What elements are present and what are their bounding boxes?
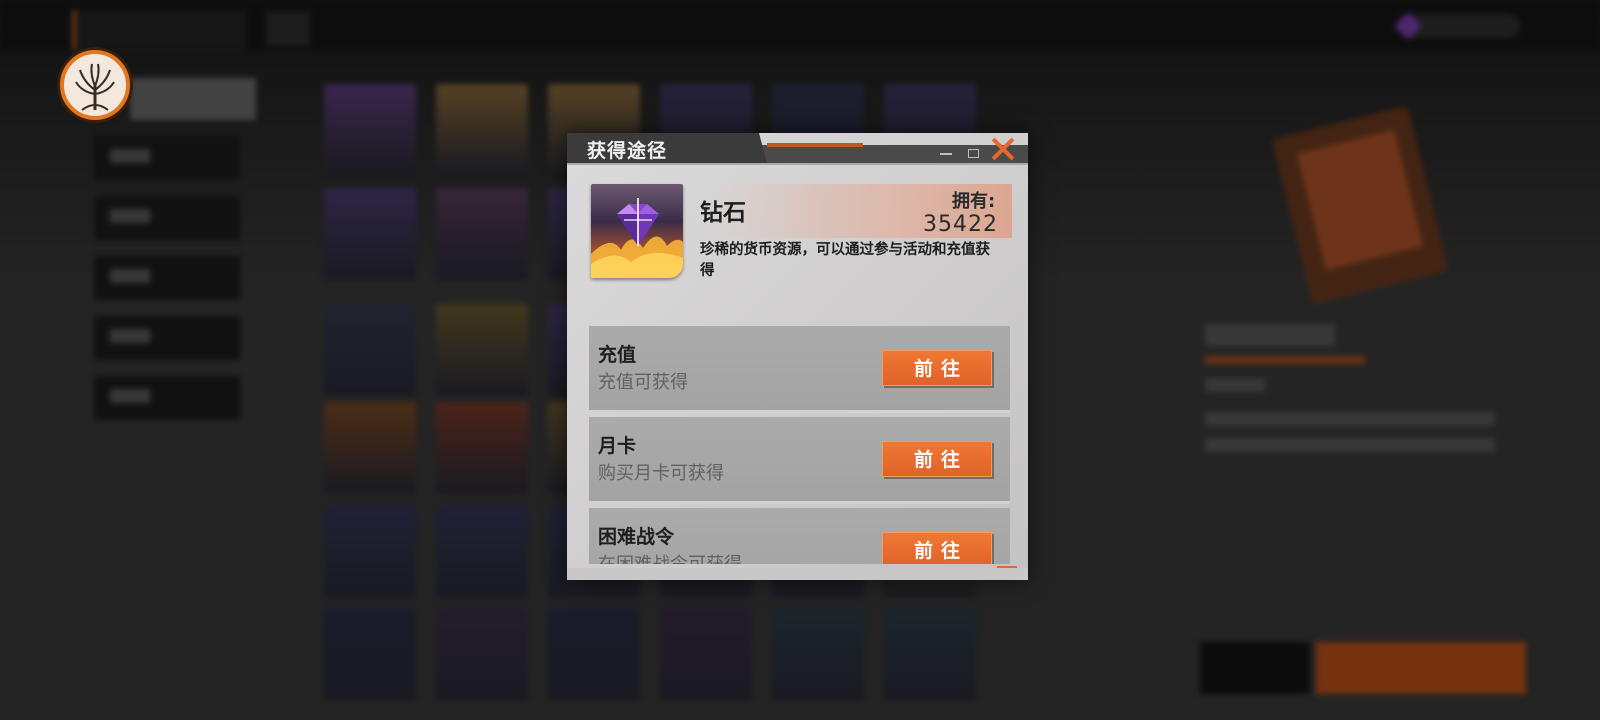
modal-header: 获得途径 <box>567 133 1028 163</box>
owned-value: 35422 <box>923 212 998 237</box>
diamond-icon <box>591 184 683 278</box>
item-name: 钻石 <box>700 200 746 226</box>
minimize-icon <box>940 153 952 155</box>
path-subtitle: 在困难战令可获得 <box>598 550 742 564</box>
tree-emblem-icon <box>75 63 115 111</box>
modal-bottom-edge <box>567 568 1028 580</box>
header-bar <box>762 145 1028 163</box>
path-subtitle: 充值可获得 <box>598 372 688 393</box>
go-button-hard-battle-pass[interactable]: 前往 <box>882 532 992 564</box>
acquisition-modal: 获得途径 钻石 拥有: 35422 珍稀的货币资源，可以通过参与活动和充值获得 … <box>567 133 1028 580</box>
path-row-hard-battle-pass: 困难战令 在困难战令可获得 前往 <box>589 508 1010 564</box>
path-name: 月卡 <box>598 435 637 457</box>
player-avatar[interactable] <box>60 50 130 120</box>
path-name: 困难战令 <box>598 526 675 548</box>
go-button-recharge[interactable]: 前往 <box>882 350 992 386</box>
path-subtitle: 购买月卡可获得 <box>598 463 724 484</box>
item-description: 珍稀的货币资源，可以通过参与活动和充值获得 <box>700 242 990 279</box>
corner-accent <box>997 566 1017 568</box>
header-accent <box>767 143 863 147</box>
modal-title: 获得途径 <box>587 140 668 162</box>
path-name: 充值 <box>598 344 637 366</box>
path-row-recharge: 充值 充值可获得 前往 <box>589 326 1010 413</box>
close-icon[interactable] <box>991 137 1015 161</box>
owned-label: 拥有: <box>952 191 996 212</box>
maximize-icon <box>968 149 979 158</box>
go-button-monthly-card[interactable]: 前往 <box>882 441 992 477</box>
path-row-monthly-card: 月卡 购买月卡可获得 前往 <box>589 417 1010 504</box>
header-divider <box>567 163 1028 165</box>
acquisition-path-list[interactable]: 充值 充值可获得 前往 月卡 购买月卡可获得 前往 困难战令 在困难战令可获得 … <box>589 326 1010 564</box>
